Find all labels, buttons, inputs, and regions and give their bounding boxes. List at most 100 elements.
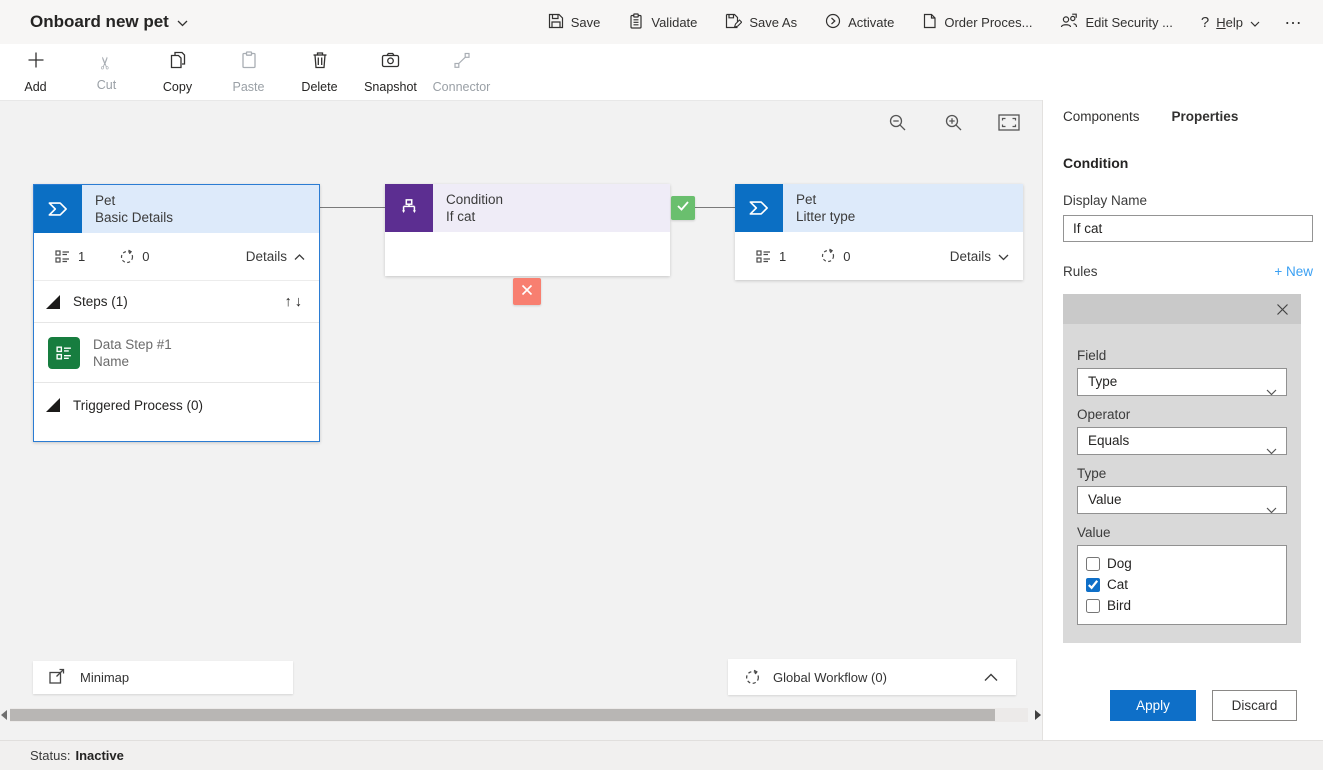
paste-icon bbox=[239, 50, 259, 75]
process-count-icon bbox=[119, 249, 135, 265]
stage-title: Pet Basic Details bbox=[82, 185, 319, 233]
stage-litter-type[interactable]: Pet Litter type 1 0 Details bbox=[735, 184, 1023, 280]
edit-security-button[interactable]: Edit Security ... bbox=[1050, 7, 1182, 38]
delete-button[interactable]: Delete bbox=[284, 44, 355, 100]
chevron-down-icon bbox=[1266, 379, 1277, 405]
steps-count: 1 bbox=[78, 249, 85, 264]
dog-checkbox[interactable] bbox=[1086, 557, 1100, 571]
condition-body bbox=[385, 232, 670, 276]
details-toggle[interactable]: Details bbox=[246, 249, 305, 264]
condition-true-badge[interactable] bbox=[671, 196, 695, 220]
zoom-in-button[interactable] bbox=[940, 110, 966, 134]
bird-checkbox[interactable] bbox=[1086, 599, 1100, 613]
tab-properties[interactable]: Properties bbox=[1172, 107, 1239, 126]
new-rule-button[interactable]: + New bbox=[1274, 264, 1313, 279]
type-value: Value bbox=[1088, 492, 1122, 507]
details-label: Details bbox=[950, 249, 991, 264]
minimap-label: Minimap bbox=[80, 670, 129, 685]
steps-section-header[interactable]: Steps (1) ↑↓ bbox=[34, 281, 319, 323]
more-commands-button[interactable]: … bbox=[1278, 8, 1313, 37]
save-icon bbox=[548, 13, 564, 32]
fit-to-canvas-button[interactable] bbox=[996, 110, 1022, 134]
process-designer-app: Onboard new pet Save Validate bbox=[0, 0, 1323, 770]
apply-button[interactable]: Apply bbox=[1110, 690, 1196, 721]
value-option-dog[interactable]: Dog bbox=[1086, 553, 1278, 574]
operator-label: Operator bbox=[1077, 407, 1287, 422]
order-process-icon bbox=[922, 13, 937, 32]
global-workflow-icon bbox=[744, 669, 761, 686]
help-icon: ? bbox=[1201, 14, 1209, 31]
stage-basic-details[interactable]: Pet Basic Details 1 0 Details bbox=[33, 184, 320, 442]
condition-false-badge[interactable] bbox=[513, 278, 541, 305]
cat-checkbox[interactable] bbox=[1086, 578, 1100, 592]
rules-header: Rules + New bbox=[1063, 264, 1313, 279]
delete-label: Delete bbox=[301, 80, 337, 94]
scroll-left-button[interactable] bbox=[0, 710, 8, 720]
process-title-menu[interactable]: Onboard new pet bbox=[30, 12, 188, 32]
process-count: 0 bbox=[142, 249, 149, 264]
condition-node[interactable]: Condition If cat bbox=[385, 184, 670, 276]
global-workflow-toggle[interactable]: Global Workflow (0) bbox=[728, 659, 1016, 695]
field-label: Field bbox=[1077, 348, 1287, 363]
minimap-toggle[interactable]: Minimap bbox=[33, 661, 293, 694]
operator-value: Equals bbox=[1088, 433, 1129, 448]
activate-button[interactable]: Activate bbox=[815, 7, 904, 38]
stage-title: Pet Litter type bbox=[783, 184, 1023, 232]
snapshot-icon bbox=[380, 50, 401, 75]
panel-heading: Condition bbox=[1063, 155, 1312, 171]
designer-toolbar: Add ✂ Cut Copy Paste Delete bbox=[0, 44, 1323, 100]
data-step-item[interactable]: Data Step #1 Name bbox=[34, 323, 319, 383]
global-workflow-label: Global Workflow (0) bbox=[773, 670, 887, 685]
chevron-down-icon bbox=[1250, 15, 1260, 30]
cut-button[interactable]: ✂ Cut bbox=[71, 44, 142, 100]
stage-name: Basic Details bbox=[95, 209, 319, 226]
condition-type-label: Condition bbox=[446, 191, 670, 208]
copy-button[interactable]: Copy bbox=[142, 44, 213, 100]
connector-button[interactable]: Connector bbox=[426, 44, 497, 100]
expander-triangle-icon bbox=[46, 295, 60, 309]
save-as-button[interactable]: Save As bbox=[715, 7, 807, 38]
snapshot-button[interactable]: Snapshot bbox=[355, 44, 426, 100]
cut-label: Cut bbox=[97, 78, 116, 92]
field-value: Type bbox=[1088, 374, 1117, 389]
value-option-cat[interactable]: Cat bbox=[1086, 574, 1278, 595]
display-name-input[interactable] bbox=[1063, 215, 1313, 242]
operator-select[interactable]: Equals bbox=[1077, 427, 1287, 455]
type-select[interactable]: Value bbox=[1077, 486, 1287, 514]
triggered-process-header[interactable]: Triggered Process (0) bbox=[34, 383, 319, 427]
details-toggle[interactable]: Details bbox=[950, 249, 1009, 264]
add-label: Add bbox=[24, 80, 46, 94]
chevron-down-icon bbox=[1266, 438, 1277, 464]
order-process-button[interactable]: Order Proces... bbox=[912, 7, 1042, 38]
details-label: Details bbox=[246, 249, 287, 264]
add-button[interactable]: Add bbox=[0, 44, 71, 100]
validate-button[interactable]: Validate bbox=[618, 7, 707, 38]
command-bar-actions: Save Validate Save As Activate bbox=[538, 7, 1313, 38]
minimap-icon bbox=[33, 667, 80, 688]
condition-icon bbox=[385, 184, 433, 232]
close-rule-button[interactable] bbox=[1272, 299, 1292, 319]
field-select[interactable]: Type bbox=[1077, 368, 1287, 396]
zoom-out-button[interactable] bbox=[884, 110, 910, 134]
help-button[interactable]: ? Help bbox=[1191, 8, 1270, 37]
value-option-bird[interactable]: Bird bbox=[1086, 595, 1278, 616]
horizontal-scrollbar bbox=[0, 707, 1042, 723]
add-icon bbox=[26, 50, 46, 75]
stage-icon bbox=[34, 185, 82, 233]
connector-icon bbox=[452, 50, 472, 75]
flow-canvas[interactable]: Pet Basic Details 1 0 Details bbox=[0, 100, 1042, 740]
status-bar: Status: Inactive bbox=[0, 740, 1323, 770]
scrollbar-track[interactable] bbox=[10, 708, 1028, 722]
discard-button[interactable]: Discard bbox=[1212, 690, 1297, 721]
stage-entity: Pet bbox=[796, 191, 1023, 208]
scroll-right-button[interactable] bbox=[1034, 710, 1042, 720]
tab-components[interactable]: Components bbox=[1063, 107, 1140, 126]
paste-button[interactable]: Paste bbox=[213, 44, 284, 100]
type-label: Type bbox=[1077, 466, 1287, 481]
condition-title: Condition If cat bbox=[433, 184, 670, 232]
scrollbar-thumb[interactable] bbox=[10, 709, 995, 721]
status-badge: Inactive bbox=[75, 748, 123, 763]
data-step-title: Data Step #1 bbox=[93, 336, 172, 353]
reorder-arrows[interactable]: ↑↓ bbox=[285, 294, 306, 310]
save-button[interactable]: Save bbox=[538, 7, 611, 38]
